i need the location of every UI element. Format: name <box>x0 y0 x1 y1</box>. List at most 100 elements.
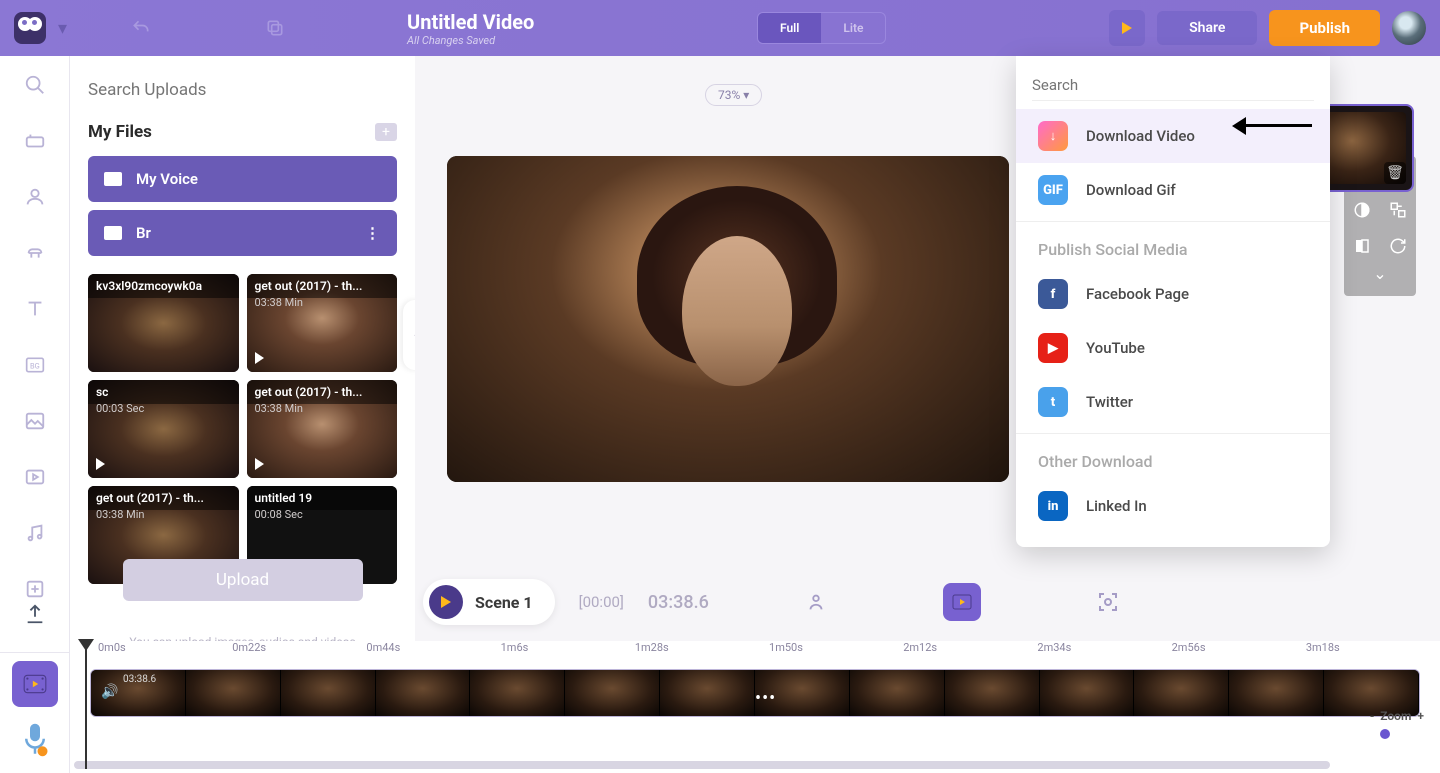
publish-search-input[interactable] <box>1032 70 1314 101</box>
thumb-title: get out (2017) - th... <box>247 380 398 404</box>
mode-lite-button[interactable]: Lite <box>821 13 885 43</box>
scene-bar: Scene 1 [00:00] 03:38.6 <box>423 575 1432 629</box>
thumb-title: sc <box>88 380 239 404</box>
thumb-play-icon[interactable] <box>96 458 105 470</box>
youtube-option[interactable]: ▶ YouTube <box>1016 321 1330 375</box>
add-folder-button[interactable]: + <box>375 123 397 141</box>
upload-thumb[interactable]: sc 00:03 Sec <box>88 380 239 478</box>
image-icon[interactable] <box>24 410 46 432</box>
thumb-duration: 03:38 Min <box>96 508 144 521</box>
zoom-in-button[interactable]: + <box>1417 709 1424 723</box>
thumb-title: get out (2017) - th... <box>247 274 398 298</box>
zoom-dropdown[interactable]: 73% ▾ <box>705 84 762 106</box>
music-icon[interactable] <box>24 522 46 544</box>
upload-thumb[interactable]: get out (2017) - th... 03:38 Min <box>247 274 398 372</box>
timeline-ruler[interactable]: 0m0s0m22s0m44s1m6s1m28s1m50s2m12s2m34s2m… <box>70 641 1440 665</box>
thumb-title: get out (2017) - th... <box>88 486 239 510</box>
upload-thumb[interactable]: kv3xl90zmcoywk0a <box>88 274 239 372</box>
folder-icon <box>104 172 122 186</box>
other-heading: Other Download <box>1016 438 1330 479</box>
timeline: 0m0s0m22s0m44s1m6s1m28s1m50s2m12s2m34s2m… <box>70 641 1440 773</box>
video-title[interactable]: Untitled Video <box>407 10 534 34</box>
thumb-duration: 03:38 Min <box>255 296 303 309</box>
voice-record-tile[interactable] <box>12 717 58 763</box>
thumb-play-icon[interactable] <box>255 458 264 470</box>
linkedin-icon: in <box>1038 491 1068 521</box>
background-icon[interactable]: BG <box>24 354 46 376</box>
props-icon[interactable] <box>24 242 46 264</box>
zoom-out-button[interactable]: - <box>1370 709 1374 723</box>
logo-dropdown-icon[interactable]: ▾ <box>58 18 67 39</box>
clip-duration: 03:38.6 <box>123 674 156 685</box>
twitter-icon: t <box>1038 387 1068 417</box>
delete-scene-icon[interactable]: 🗑 <box>1384 162 1406 184</box>
folder-icon <box>104 226 122 240</box>
upload-button[interactable]: Upload <box>123 559 363 601</box>
uploads-panel: My Files + My Voice Br ⋮ kv3xl90zmcoywk0… <box>70 56 415 641</box>
publish-button[interactable]: Publish <box>1269 10 1380 46</box>
download-gif-option[interactable]: GIF Download Gif <box>1016 163 1330 217</box>
thumb-duration: 00:03 Sec <box>96 402 144 415</box>
focus-icon[interactable] <box>1089 583 1127 621</box>
thumb-title: untitled 19 <box>247 486 398 510</box>
top-actions: Share Publish <box>1109 10 1426 46</box>
video-track[interactable]: 🔊 03:38.6 ••• <box>90 669 1420 717</box>
folder-label: Br <box>136 224 151 242</box>
undo-icon[interactable] <box>121 8 161 48</box>
search-icon[interactable] <box>24 74 46 96</box>
upload-tab-icon[interactable] <box>24 603 46 625</box>
download-video-option[interactable]: ↓ Download Video <box>1016 109 1330 163</box>
my-files-heading: My Files <box>88 122 152 142</box>
folder-br[interactable]: Br ⋮ <box>88 210 397 256</box>
upload-thumb[interactable]: get out (2017) - th... 03:38 Min <box>247 380 398 478</box>
scene-label[interactable]: Scene 1 <box>475 593 549 612</box>
timeline-scrollbar[interactable] <box>74 761 1330 769</box>
copy-icon[interactable] <box>255 8 295 48</box>
social-heading: Publish Social Media <box>1016 226 1330 267</box>
scene-video-icon[interactable] <box>943 583 981 621</box>
swap-icon[interactable] <box>1380 192 1416 228</box>
video-preview[interactable] <box>447 156 1009 482</box>
title-block: Untitled Video All Changes Saved <box>407 10 534 47</box>
video-icon[interactable] <box>24 466 46 488</box>
rotate-icon[interactable] <box>1380 228 1416 264</box>
pointer-arrow-icon <box>1242 124 1312 127</box>
editor-mode-toggle: Full Lite <box>757 12 887 44</box>
effects-icon[interactable] <box>24 578 46 600</box>
publish-menu: ↓ Download Video GIF Download Gif Publis… <box>1016 56 1330 547</box>
thumb-title: kv3xl90zmcoywk0a <box>88 274 239 298</box>
text-icon[interactable] <box>24 298 46 320</box>
search-uploads-input[interactable] <box>88 74 397 116</box>
thumb-play-icon[interactable] <box>255 352 264 364</box>
gif-icon: GIF <box>1038 175 1068 205</box>
scene-video-tile[interactable] <box>12 661 58 707</box>
scene-pill: Scene 1 <box>423 579 555 625</box>
volume-icon[interactable]: 🔊 <box>101 684 118 700</box>
person-icon[interactable] <box>24 186 46 208</box>
share-button[interactable]: Share <box>1157 11 1257 45</box>
user-avatar[interactable] <box>1392 11 1426 45</box>
contrast-icon[interactable] <box>1344 192 1380 228</box>
time-current: [00:00] <box>579 593 624 611</box>
folder-more-icon[interactable]: ⋮ <box>365 224 381 242</box>
app-logo[interactable] <box>14 12 46 44</box>
youtube-icon: ▶ <box>1038 333 1068 363</box>
mode-full-button[interactable]: Full <box>758 13 821 43</box>
twitter-option[interactable]: t Twitter <box>1016 375 1330 429</box>
zoom-slider-handle[interactable] <box>1380 729 1390 739</box>
linkedin-option[interactable]: in Linked In <box>1016 479 1330 533</box>
top-bar: ▾ Untitled Video All Changes Saved Full … <box>0 0 1440 56</box>
facebook-option[interactable]: f Facebook Page <box>1016 267 1330 321</box>
scene-play-button[interactable] <box>429 585 463 619</box>
audio-icon[interactable] <box>24 130 46 152</box>
clip-menu-icon[interactable]: ••• <box>755 688 776 709</box>
zoom-label: Zoom <box>1380 709 1411 723</box>
save-status: All Changes Saved <box>407 34 534 47</box>
tools-expand-icon[interactable]: ⌄ <box>1344 264 1416 290</box>
facebook-icon: f <box>1038 279 1068 309</box>
timeline-zoom: - Zoom + <box>1370 709 1424 723</box>
preview-play-button[interactable] <box>1109 10 1145 46</box>
folder-my-voice[interactable]: My Voice <box>88 156 397 202</box>
camera-person-icon[interactable] <box>797 583 835 621</box>
mask-icon[interactable] <box>1344 228 1380 264</box>
